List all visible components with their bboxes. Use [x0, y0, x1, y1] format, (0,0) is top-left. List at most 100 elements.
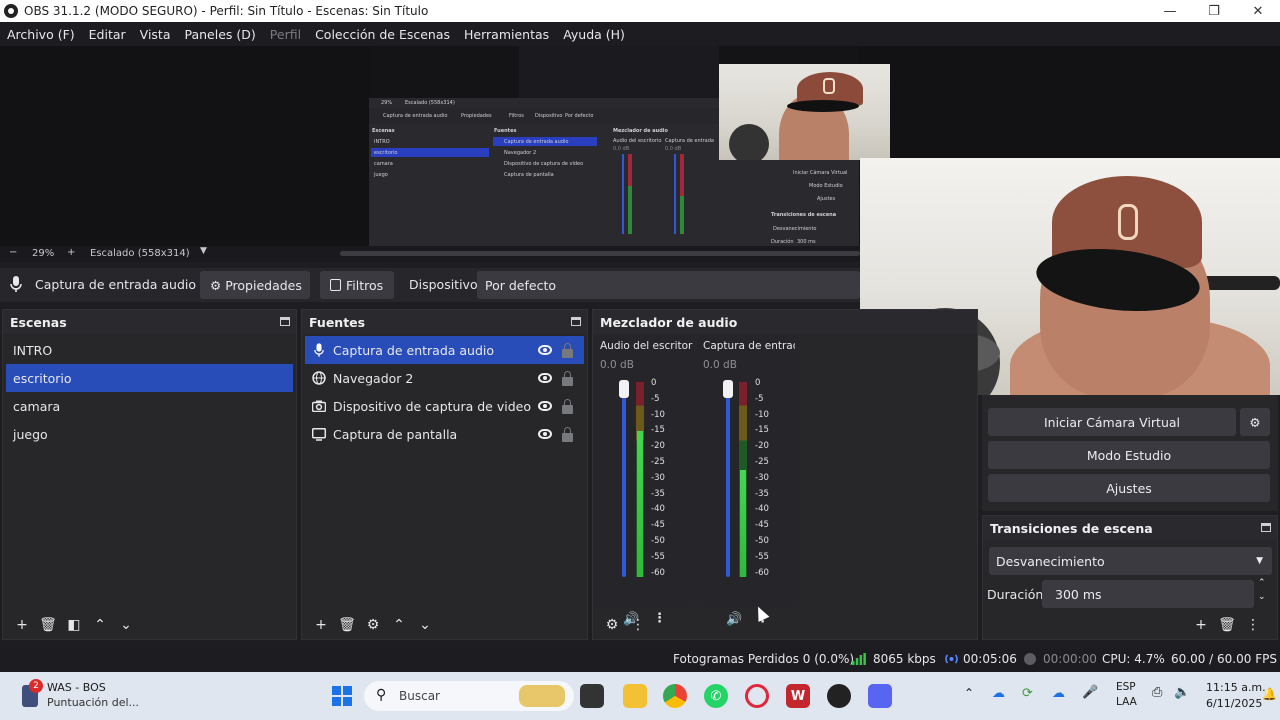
menu-file[interactable]: Archivo (F) — [0, 27, 82, 42]
transition-menu-icon[interactable]: ⋮ — [1240, 617, 1266, 633]
undock-icon[interactable] — [571, 317, 581, 326]
scene-item[interactable]: escritorio — [6, 364, 293, 392]
visibility-eye-icon[interactable] — [538, 373, 552, 383]
cloud-icon[interactable]: ☁ — [992, 686, 1005, 701]
undock-icon[interactable] — [280, 317, 290, 326]
scene-label: juego — [13, 426, 48, 442]
properties-label: Propiedades — [225, 277, 302, 293]
source-item[interactable]: Captura de pantalla — [305, 420, 584, 448]
volume-slider[interactable] — [726, 382, 730, 577]
onedrive-icon[interactable]: ☁ — [1052, 686, 1065, 701]
network-icon[interactable]: ⎙ — [1152, 685, 1162, 700]
settings-button[interactable]: Ajustes — [988, 474, 1270, 502]
scenes-toolbar: + 🗑 ◧ ⌃ ⌄ — [3, 611, 296, 639]
maximize-button[interactable]: ❐ — [1192, 0, 1236, 22]
sources-title: Fuentes — [309, 314, 366, 330]
volume-tray-icon[interactable]: 🔈 — [1174, 685, 1190, 700]
preview-scrollbar[interactable] — [340, 251, 860, 256]
virtual-camera-settings-gear-icon[interactable]: ⚙ — [1240, 408, 1270, 436]
chevron-down-icon[interactable]: ⌄ — [1258, 592, 1266, 602]
lock-icon[interactable] — [562, 427, 573, 442]
zoom-value: 29% — [32, 248, 55, 259]
nested-filters: Filtros — [509, 113, 524, 119]
notification-title[interactable]: WAS - BOS — [47, 681, 106, 694]
add-transition-icon[interactable]: + — [1188, 617, 1214, 633]
device-select[interactable]: Por defecto — [477, 271, 860, 299]
file-explorer-icon[interactable] — [623, 684, 647, 708]
microphone-tray-icon[interactable]: 🎤 — [1082, 685, 1098, 700]
menu-tools[interactable]: Herramientas — [457, 27, 556, 42]
wps-office-icon[interactable]: W — [786, 684, 810, 708]
move-down-icon[interactable]: ⌄ — [412, 617, 438, 633]
notifications-bell-icon[interactable]: 🔔 — [1262, 687, 1277, 701]
visibility-eye-icon[interactable] — [538, 429, 552, 439]
opera-icon[interactable] — [745, 684, 769, 708]
lock-icon[interactable] — [562, 343, 573, 358]
minimize-button[interactable]: — — [1148, 0, 1192, 22]
remove-transition-icon[interactable]: 🗑 — [1214, 617, 1240, 633]
obs-taskbar-icon[interactable] — [827, 684, 851, 708]
menu-view[interactable]: Vista — [133, 27, 178, 42]
undock-icon[interactable] — [1261, 523, 1271, 532]
windows-start-icon[interactable] — [330, 684, 354, 708]
discord-icon[interactable] — [868, 684, 892, 708]
duration-value: 300 ms — [1055, 586, 1102, 602]
properties-button[interactable]: ⚙ Propiedades — [200, 271, 310, 299]
transition-selected: Desvanecimiento — [996, 553, 1105, 569]
studio-mode-button[interactable]: Modo Estudio — [988, 441, 1270, 469]
mixer-channel: Captura de entrada audio 0.0 dB 0 -5 -10 -1… — [697, 336, 799, 627]
add-source-icon[interactable]: + — [308, 617, 334, 633]
mixer-menu-icon[interactable]: ⋮ — [625, 617, 651, 633]
menu-docks[interactable]: Paneles (D) — [178, 27, 263, 42]
volume-slider-handle[interactable] — [723, 380, 733, 398]
scene-item[interactable]: INTRO — [6, 336, 293, 364]
input-layout: LAA — [1116, 696, 1137, 708]
whatsapp-icon[interactable]: ✆ — [704, 684, 728, 708]
visibility-eye-icon[interactable] — [538, 345, 552, 355]
sync-icon[interactable]: ⟳ — [1022, 686, 1033, 701]
audio-mixer-dock: Mezclador de audio Audio del escritorio … — [592, 309, 978, 640]
source-properties-gear-icon[interactable]: ⚙ — [360, 617, 386, 633]
task-view-icon[interactable] — [580, 684, 604, 708]
chrome-icon[interactable] — [663, 684, 687, 708]
remove-source-icon[interactable]: 🗑 — [334, 617, 360, 633]
move-up-icon[interactable]: ⌃ — [87, 617, 113, 633]
meter-scale-tick: -15 — [755, 425, 769, 436]
menu-help[interactable]: Ayuda (H) — [556, 27, 632, 42]
advanced-audio-gear-icon[interactable]: ⚙ — [599, 617, 625, 633]
volume-slider-handle[interactable] — [619, 380, 629, 398]
close-button[interactable]: ✕ — [1236, 0, 1280, 22]
source-item[interactable]: Dispositivo de captura de video — [305, 392, 584, 420]
clock-time[interactable]: 11:15 a.m. — [1206, 681, 1266, 694]
nested-zoom: 29% — [381, 100, 393, 106]
move-up-icon[interactable]: ⌃ — [386, 617, 412, 633]
zoom-out-button[interactable]: − — [9, 247, 17, 258]
virtual-camera-button[interactable]: Iniciar Cámara Virtual — [988, 408, 1236, 436]
lock-icon[interactable] — [562, 399, 573, 414]
chevron-up-icon[interactable]: ⌃ — [1258, 578, 1266, 588]
scene-item[interactable]: camara — [6, 392, 293, 420]
scaling-dropdown-icon[interactable]: ▼ — [200, 246, 207, 256]
visibility-eye-icon[interactable] — [538, 401, 552, 411]
lock-icon[interactable] — [562, 371, 573, 386]
record-icon — [1024, 653, 1036, 665]
menu-scene-collection[interactable]: Colección de Escenas — [308, 27, 457, 42]
transition-select[interactable]: Desvanecimiento ▼ — [989, 547, 1272, 575]
scene-item[interactable]: juego — [6, 420, 293, 448]
input-language[interactable]: ESP — [1116, 681, 1136, 693]
scene-filters-icon[interactable]: ◧ — [61, 617, 87, 633]
chevron-up-icon[interactable]: ⌃ — [964, 686, 974, 700]
source-label: Dispositivo de captura de video — [333, 398, 531, 414]
duration-spinbox[interactable]: 300 ms — [1042, 580, 1254, 608]
meter-scale-tick: -50 — [755, 535, 769, 546]
remove-scene-icon[interactable]: 🗑 — [35, 617, 61, 633]
source-item[interactable]: Navegador 2 — [305, 364, 584, 392]
move-down-icon[interactable]: ⌄ — [113, 617, 139, 633]
taskbar-search-box[interactable]: ⚲ Buscar — [364, 681, 574, 711]
zoom-in-button[interactable]: + — [67, 247, 75, 258]
menu-edit[interactable]: Editar — [82, 27, 133, 42]
source-item[interactable]: Captura de entrada audio — [305, 336, 584, 364]
volume-slider[interactable] — [622, 382, 626, 577]
filters-button[interactable]: Filtros — [320, 271, 394, 299]
add-scene-icon[interactable]: + — [9, 617, 35, 633]
